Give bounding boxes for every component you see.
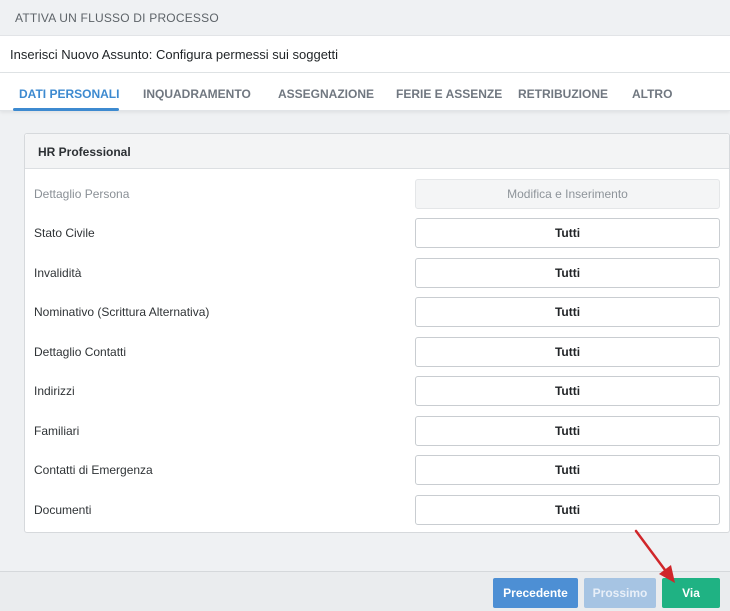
permission-button-stato-civile[interactable]: Tutti <box>415 218 720 248</box>
window-title: ATTIVA UN FLUSSO DI PROCESSO <box>15 11 219 25</box>
row-label-invalidita: Invalidità <box>34 266 82 280</box>
tab-ferie-e-assenze[interactable]: FERIE E ASSENZE <box>396 87 502 101</box>
tab-retribuzione[interactable]: RETRIBUZIONE <box>518 87 608 101</box>
window-titlebar: ATTIVA UN FLUSSO DI PROCESSO <box>0 0 730 36</box>
next-button[interactable]: Prossimo <box>584 578 656 608</box>
tab-assegnazione[interactable]: ASSEGNAZIONE <box>278 87 374 101</box>
previous-button[interactable]: Precedente <box>493 578 578 608</box>
row-label-stato-civile: Stato Civile <box>34 226 95 240</box>
permission-button-invalidita[interactable]: Tutti <box>415 258 720 288</box>
tab-altro[interactable]: ALTRO <box>632 87 672 101</box>
column-header-label: Dettaglio Persona <box>34 187 130 201</box>
tab-inquadramento[interactable]: INQUADRAMENTO <box>143 87 251 101</box>
active-tab-indicator <box>13 108 119 111</box>
row-label-indirizzi: Indirizzi <box>34 384 75 398</box>
permission-button-documenti[interactable]: Tutti <box>415 495 720 525</box>
page-title: Inserisci Nuovo Assunto: Configura perme… <box>10 47 339 62</box>
footer-bar: Precedente Prossimo Via <box>0 571 730 611</box>
panel-header: HR Professional <box>25 134 729 169</box>
permission-button-familiari[interactable]: Tutti <box>415 416 720 446</box>
page-subheader: Inserisci Nuovo Assunto: Configura perme… <box>0 36 730 73</box>
go-button[interactable]: Via <box>662 578 720 608</box>
row-label-contatti-emergenza: Contatti di Emergenza <box>34 463 153 477</box>
row-label-familiari: Familiari <box>34 424 80 438</box>
tab-bar: DATI PERSONALI INQUADRAMENTO ASSEGNAZION… <box>0 73 730 111</box>
permission-button-dettaglio-contatti[interactable]: Tutti <box>415 337 720 367</box>
permission-button-indirizzi[interactable]: Tutti <box>415 376 720 406</box>
permission-button-nominativo[interactable]: Tutti <box>415 297 720 327</box>
column-header-value: Modifica e Inserimento <box>415 179 720 209</box>
row-label-nominativo: Nominativo (Scrittura Alternativa) <box>34 305 210 319</box>
row-label-documenti: Documenti <box>34 503 92 517</box>
permissions-panel: HR Professional Dettaglio Persona Modifi… <box>24 133 730 533</box>
permission-button-contatti-emergenza[interactable]: Tutti <box>415 455 720 485</box>
panel-title: HR Professional <box>38 145 131 159</box>
row-label-dettaglio-contatti: Dettaglio Contatti <box>34 345 127 359</box>
tab-dati-personali[interactable]: DATI PERSONALI <box>19 87 119 101</box>
